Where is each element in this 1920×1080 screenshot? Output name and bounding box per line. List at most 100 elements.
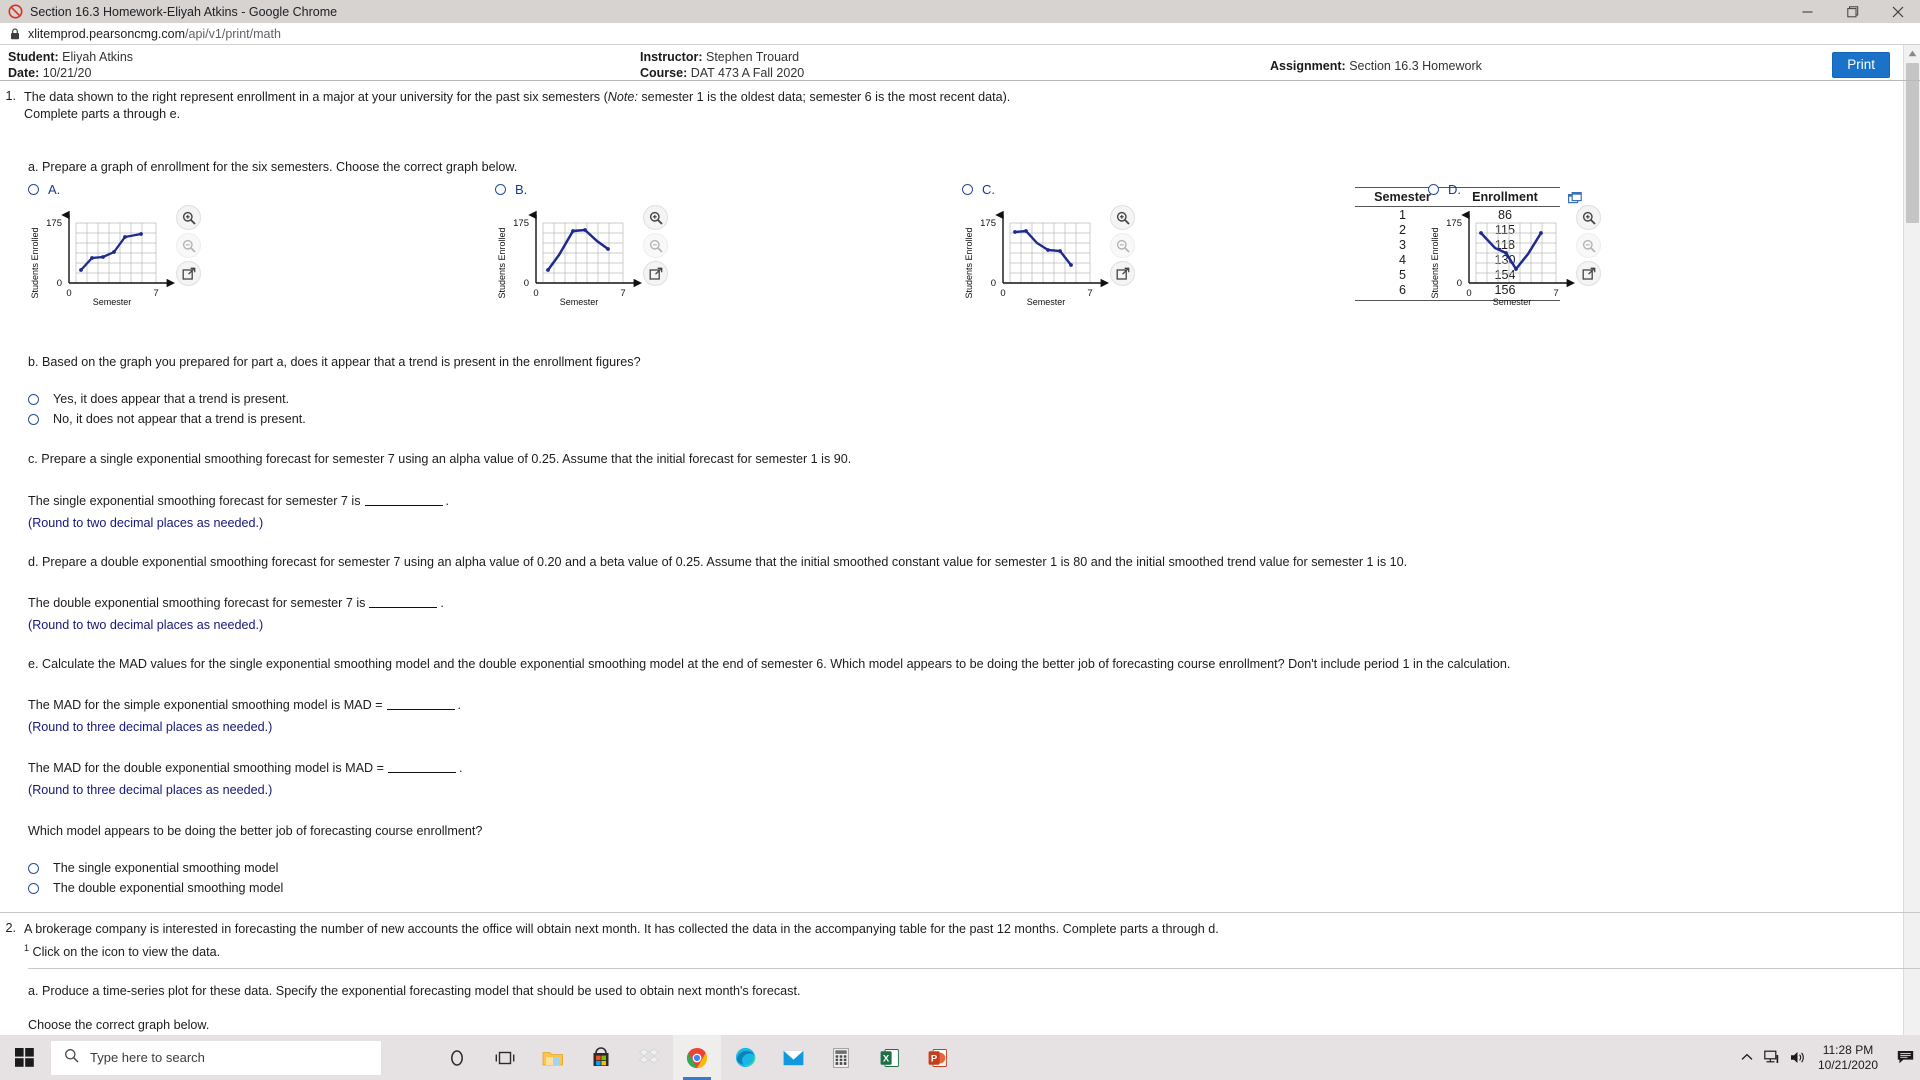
dropbox-icon[interactable] [625,1035,673,1080]
radio-option-c[interactable] [962,184,973,195]
excel-icon[interactable]: X [865,1035,913,1080]
question-2-footnote-row[interactable]: 1 Click on the icon to view the data. [24,940,1314,961]
radio-option-a[interactable] [28,184,39,195]
open-popup-icon[interactable] [643,261,668,286]
part-b-choice-yes[interactable]: Yes, it does appear that a trend is pres… [0,389,1920,409]
radio-option-d[interactable] [1428,184,1439,195]
part-e-mad-double-label: The MAD for the double exponential smoot… [28,761,384,775]
graph-option-d-header[interactable]: D. [1428,182,1658,197]
graph-option-d[interactable]: D. Students Enrolled 175 0 [1428,182,1658,317]
part-d-answer-period: . [440,596,444,610]
graph-option-b[interactable]: B. Students Enrolled 175 0 [495,182,725,317]
svg-text:P: P [930,1053,937,1064]
graph-c-canvas: Students Enrolled 175 0 [962,201,1192,309]
url-text: xlitemprod.pearsoncmg.com/api/v1/print/m… [28,27,281,41]
graph-option-c-header[interactable]: C. [962,182,1192,197]
question-2-number: 2. [0,921,24,960]
part-b-choice-no[interactable]: No, it does not appear that a trend is p… [0,409,1920,429]
question-1-stem: The data shown to the right represent en… [24,89,1014,122]
windows-taskbar: Type here to search [0,1035,1920,1080]
powerpoint-icon[interactable]: P [913,1035,961,1080]
graph-option-b-header[interactable]: B. [495,182,725,197]
footnote-text[interactable]: Click on the icon to view the data. [33,945,221,959]
radio-part-e-double[interactable] [28,883,39,894]
microsoft-edge-icon[interactable] [721,1035,769,1080]
question-2-part-a-prompt: a. Produce a time-series plot for these … [0,978,1920,1000]
file-explorer-icon[interactable] [529,1035,577,1080]
open-popup-icon[interactable] [1110,261,1135,286]
part-d-answer-label: The double exponential smoothing forecas… [28,596,365,610]
address-bar[interactable]: xlitemprod.pearsoncmg.com/api/v1/print/m… [0,23,1920,45]
windows-start-icon[interactable] [0,1035,48,1080]
part-e-choice-double[interactable]: The double exponential smoothing model [0,878,1920,898]
open-popup-icon[interactable] [1576,261,1601,286]
blocked-icon [8,4,23,19]
microsoft-store-icon[interactable] [577,1035,625,1080]
part-c-answer-input[interactable] [365,493,443,506]
part-e-mad-single-input[interactable] [387,697,455,710]
close-icon[interactable] [1875,0,1920,23]
zoom-out-icon[interactable] [1110,233,1135,258]
svg-text:Students Enrolled: Students Enrolled [30,227,40,298]
radio-part-b-yes[interactable] [28,394,39,405]
calculator-icon[interactable] [817,1035,865,1080]
zoom-in-icon[interactable] [643,205,668,230]
zoom-out-icon[interactable] [1576,233,1601,258]
graph-a-canvas: Students Enrolled 175 0 [28,201,258,309]
svg-text:0: 0 [991,278,996,289]
svg-text:Semester: Semester [1027,297,1066,307]
maximize-icon[interactable] [1830,0,1875,23]
google-chrome-icon[interactable] [673,1035,721,1080]
part-e-mad-double-input[interactable] [388,760,456,773]
zoom-in-icon[interactable] [1110,205,1135,230]
part-c-answer-label: The single exponential smoothing forecas… [28,494,361,508]
question-1-part-c-prompt: c. Prepare a single exponential smoothin… [0,446,1920,468]
instructor-value: Stephen Trouard [706,50,799,64]
radio-option-b[interactable] [495,184,506,195]
radio-part-e-single[interactable] [28,863,39,874]
question-2-stem-block: A brokerage company is interested in for… [24,921,1314,960]
part-e-choice-single[interactable]: The single exponential smoothing model [0,858,1920,878]
minimize-icon[interactable] [1785,0,1830,23]
graph-option-a-header[interactable]: A. [28,182,258,197]
graph-d-tools[interactable] [1576,205,1601,289]
zoom-in-icon[interactable] [176,205,201,230]
svg-text:175: 175 [513,218,529,229]
graph-option-a[interactable]: A. Students Enrolled 175 0 [28,182,258,317]
taskbar-clock[interactable]: 11:28 PM 10/21/2020 [1818,1043,1878,1073]
svg-text:7: 7 [153,288,158,299]
part-e-mad-double-row: The MAD for the double exponential smoot… [0,755,1920,777]
zoom-out-icon[interactable] [643,233,668,258]
part-e-mad-double-period: . [459,761,463,775]
print-button[interactable]: Print [1832,52,1890,78]
graph-a-tools[interactable] [176,205,201,289]
mail-icon[interactable] [769,1035,817,1080]
question-1-stem-part-1: The data shown to the right represent en… [24,90,608,104]
network-icon[interactable] [1760,1050,1786,1065]
zoom-in-icon[interactable] [1576,205,1601,230]
action-center-icon[interactable] [1890,1050,1920,1065]
volume-icon[interactable] [1786,1050,1812,1065]
radio-part-b-no[interactable] [28,414,39,425]
question-1-stem-note: Note: [608,90,638,104]
graph-b-tools[interactable] [643,205,668,289]
part-e-rounding-note-2: (Round to three decimal places as needed… [0,777,1920,799]
zoom-out-icon[interactable] [176,233,201,258]
cortana-icon[interactable] [433,1035,481,1080]
window-controls [1785,0,1920,23]
part-c-answer-period: . [446,494,450,508]
search-input[interactable]: Type here to search [51,1041,381,1075]
graph-c-tools[interactable] [1110,205,1135,289]
open-popup-icon[interactable] [176,261,201,286]
part-e-mad-single-period: . [458,698,462,712]
date-value: 10/21/20 [43,66,92,80]
graph-option-a-letter: A. [48,182,60,197]
graph-option-c[interactable]: C. Students Enrolled 175 0 [962,182,1192,317]
svg-text:0: 0 [1457,278,1462,289]
course-label: Course: [640,66,687,80]
assignment-info-block: Assignment: Section 16.3 Homework [1270,58,1482,74]
taskbar-app-icons: X P [433,1035,961,1080]
part-d-answer-input[interactable] [369,595,437,608]
show-hidden-icons-chevron[interactable] [1734,1053,1760,1062]
task-view-icon[interactable] [481,1035,529,1080]
